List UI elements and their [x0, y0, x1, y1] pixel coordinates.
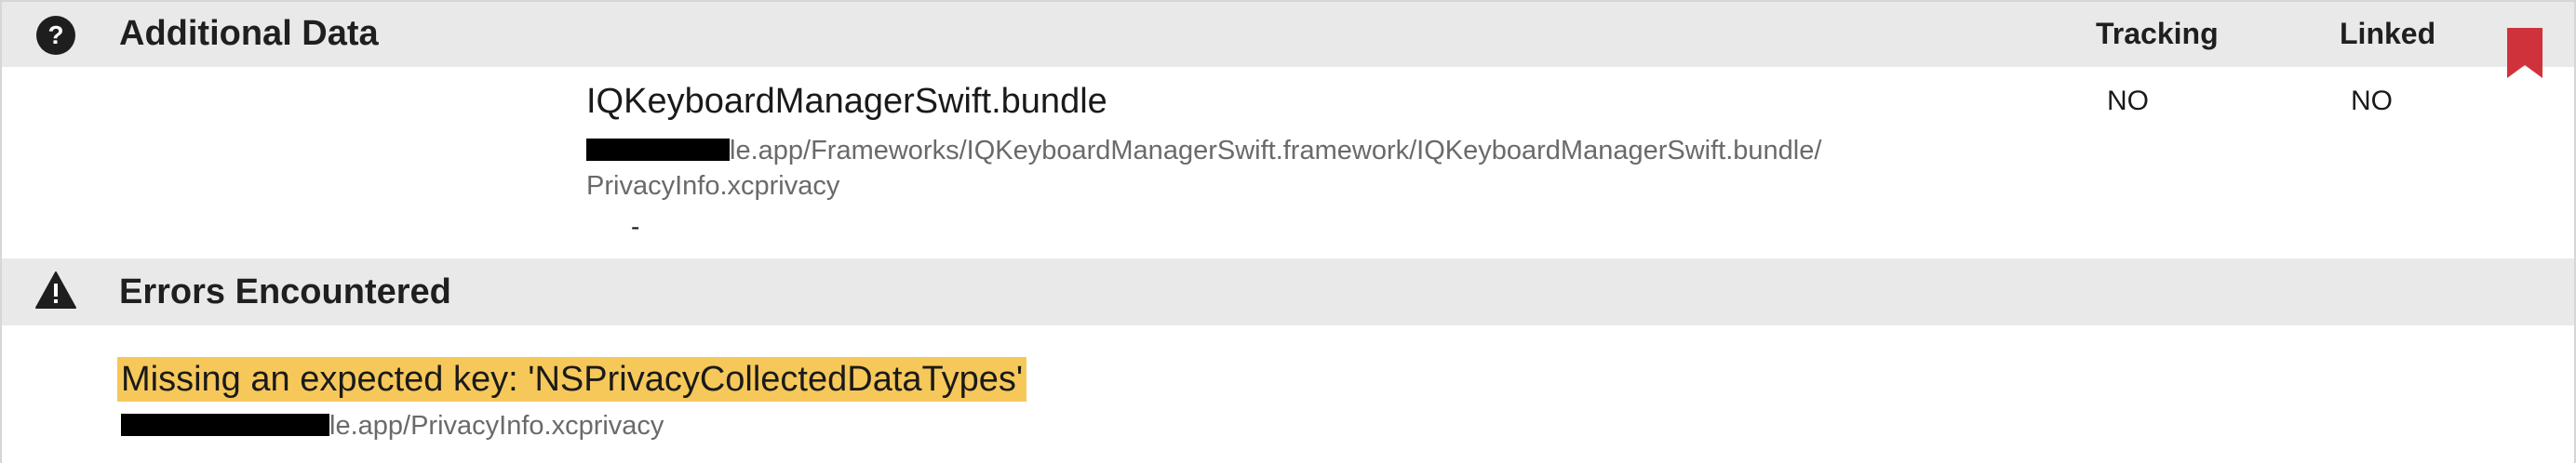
bundle-name: IQKeyboardManagerSwift.bundle [586, 82, 1107, 121]
bundle-path-line-1: le.app/Frameworks/IQKeyboardManagerSwift… [586, 136, 1821, 166]
warning-triangle-icon [35, 271, 76, 309]
linked-value: NO [2351, 86, 2393, 116]
errors-title: Errors Encountered [119, 272, 451, 311]
bundle-path-suffix: le.app/Frameworks/IQKeyboardManagerSwift… [730, 136, 1822, 165]
redacted-text [586, 139, 730, 161]
privacy-report-panel: ? Additional Data Tracking Linked IQKeyb… [0, 0, 2576, 463]
error-path-suffix: le.app/PrivacyInfo.xcprivacy [329, 411, 664, 441]
redacted-text [121, 414, 329, 436]
additional-data-header: ? Additional Data Tracking Linked [2, 2, 2574, 67]
tracking-value: NO [2107, 86, 2149, 116]
error-message: Missing an expected key: 'NSPrivacyColle… [117, 357, 1027, 402]
help-circle-icon[interactable]: ? [36, 16, 75, 55]
bundle-path-line-2: PrivacyInfo.xcprivacy [586, 171, 840, 201]
bookmark-icon[interactable] [2507, 28, 2542, 78]
errors-header: Errors Encountered [2, 258, 2574, 325]
error-path: le.app/PrivacyInfo.xcprivacy [121, 411, 664, 442]
linked-column-header: Linked [2340, 17, 2436, 50]
additional-data-title: Additional Data [119, 14, 379, 53]
tracking-column-header: Tracking [2096, 17, 2219, 50]
entry-detail: - [631, 212, 640, 241]
